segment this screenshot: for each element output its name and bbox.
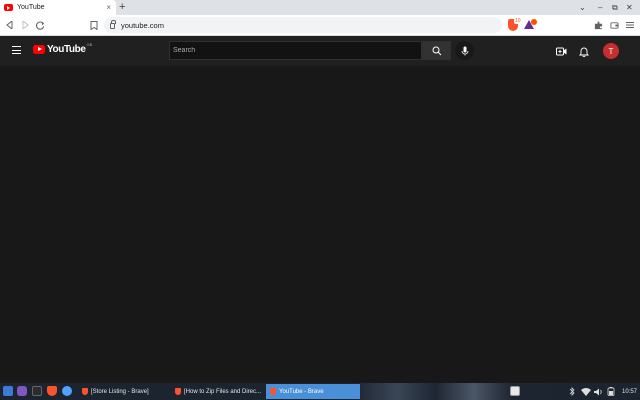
brave-rewards-icon[interactable] <box>524 19 537 29</box>
guide-menu-icon[interactable] <box>12 46 21 54</box>
brave-favicon-icon <box>270 388 276 395</box>
wifi-icon[interactable] <box>581 386 591 397</box>
youtube-logo[interactable]: YouTube GB <box>33 42 93 55</box>
lock-icon[interactable] <box>110 20 116 29</box>
battery-icon[interactable] <box>607 386 615 397</box>
forward-arrow-icon[interactable] <box>19 19 31 31</box>
system-clock[interactable]: 10:57 <box>622 386 637 397</box>
wallet-icon[interactable] <box>608 19 620 31</box>
browser-menu-icon[interactable] <box>624 19 636 31</box>
browser-tab-strip: YouTube × + ⌄ – ⧉ ✕ <box>0 0 640 15</box>
account-avatar[interactable]: T <box>603 43 619 59</box>
browser-app-icon[interactable] <box>62 386 72 396</box>
logo-wordmark: YouTube <box>47 44 86 55</box>
app-launcher-icon[interactable] <box>3 386 13 396</box>
tab-title: YouTube <box>17 4 45 11</box>
bluetooth-icon[interactable] <box>569 386 575 397</box>
tab-search-chevron-down-icon[interactable]: ⌄ <box>579 0 586 15</box>
chat-app-icon[interactable] <box>17 386 27 396</box>
taskbar-item-label: [Store Listing - Brave] <box>91 388 149 395</box>
taskbar-item-store-listing[interactable]: [Store Listing - Brave] <box>78 384 166 399</box>
system-taskbar: [Store Listing - Brave] [How to Zip File… <box>0 383 640 400</box>
rewards-badge <box>531 19 537 25</box>
brave-favicon-icon <box>82 388 88 395</box>
bookmark-icon[interactable] <box>88 19 100 31</box>
address-bar[interactable] <box>104 17 502 33</box>
window-restore-button[interactable]: ⧉ <box>612 0 618 15</box>
taskbar-item-youtube[interactable]: YouTube - Brave <box>266 384 360 399</box>
taskbar-item-label: [How to Zip Files and Direc... <box>184 388 262 395</box>
shields-blocked-count: 10 <box>514 18 522 24</box>
microphone-icon <box>461 46 468 55</box>
volume-icon[interactable] <box>594 386 604 397</box>
reload-icon[interactable] <box>34 19 46 31</box>
search-input[interactable] <box>173 47 413 54</box>
tray-brave-icon[interactable] <box>510 386 520 396</box>
youtube-masthead: YouTube GB T <box>0 36 640 66</box>
create-video-icon[interactable] <box>554 44 568 58</box>
taskbar-item-zip-files[interactable]: [How to Zip Files and Direc... <box>171 384 265 399</box>
voice-search-button[interactable] <box>455 41 474 60</box>
youtube-play-icon <box>33 45 45 54</box>
search-button[interactable] <box>422 41 451 60</box>
browser-tab-youtube[interactable]: YouTube × <box>0 0 116 15</box>
search-box[interactable] <box>169 41 422 60</box>
new-tab-button[interactable]: + <box>119 1 125 14</box>
page-content-area <box>0 66 640 383</box>
window-close-button[interactable]: ✕ <box>626 0 633 15</box>
tab-close-icon[interactable]: × <box>106 3 111 12</box>
taskbar-item-label: YouTube - Brave <box>279 388 324 395</box>
brave-favicon-icon <box>175 388 181 395</box>
terminal-icon[interactable] <box>32 386 42 396</box>
url-input[interactable] <box>121 20 421 30</box>
search-icon <box>432 46 441 55</box>
extensions-puzzle-icon[interactable] <box>592 19 604 31</box>
country-code: GB <box>86 42 93 47</box>
youtube-favicon-icon <box>4 4 13 11</box>
brave-shields-icon[interactable]: 10 <box>508 18 522 31</box>
window-minimize-button[interactable]: – <box>598 0 602 15</box>
back-arrow-icon[interactable] <box>4 19 16 31</box>
brave-browser-icon[interactable] <box>47 386 57 396</box>
browser-toolbar: 10 <box>0 15 640 36</box>
notifications-bell-icon[interactable] <box>577 44 591 58</box>
